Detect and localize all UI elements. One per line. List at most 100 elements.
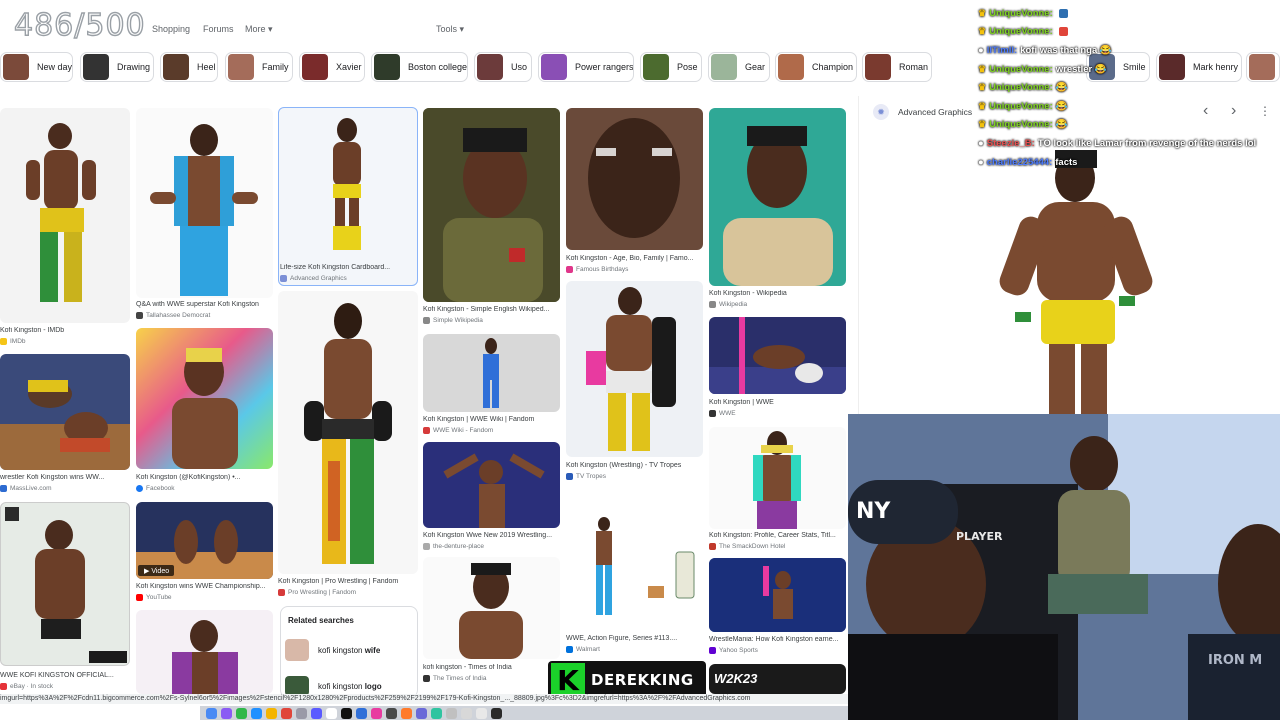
result-source: IMDb	[0, 338, 26, 345]
result-source: Tallahassee Democrat	[136, 312, 210, 319]
result-source: Simple Wikipedia	[423, 317, 483, 324]
dock-app-icon[interactable]	[266, 707, 277, 719]
dock-app-icon[interactable]	[281, 707, 292, 719]
result-caption[interactable]: Kofi Kingston (Wrestling) - TV Tropes	[566, 462, 706, 469]
wrestling-match-photo	[709, 317, 846, 394]
result-image-tile[interactable]	[566, 281, 703, 457]
result-image-tile[interactable]	[709, 558, 846, 632]
chip-pose[interactable]: Pose	[640, 52, 702, 82]
dock-app-icon[interactable]	[326, 707, 337, 719]
dock-app-icon[interactable]	[476, 707, 487, 719]
result-image-tile[interactable]	[709, 317, 846, 394]
related-search-item[interactable]: kofi kingston wife	[285, 639, 413, 661]
result-source: the-denture-place	[423, 543, 484, 550]
dock-app-icon[interactable]	[461, 707, 472, 719]
chat-message: ♛ UniqueVonne:	[978, 4, 1278, 23]
dock-app-icon[interactable]	[371, 707, 382, 719]
result-image-tile[interactable]	[423, 557, 560, 659]
chip-thumbnail	[228, 54, 254, 80]
result-image-tile[interactable]	[709, 427, 846, 529]
result-image-tile[interactable]	[136, 328, 273, 469]
result-image-tile[interactable]	[0, 354, 130, 470]
chip-new-day[interactable]: New day	[0, 52, 73, 82]
result-image-tile[interactable]	[566, 490, 703, 630]
dock-app-icon[interactable]	[401, 707, 412, 719]
preview-source-name[interactable]: Advanced Graphics	[898, 107, 972, 117]
result-caption[interactable]: Kofi Kingston wins WWE Championship...	[136, 583, 276, 590]
chip-heel[interactable]: Heel	[160, 52, 218, 82]
dock-app-icon[interactable]	[236, 707, 247, 719]
dock-app-icon[interactable]	[356, 707, 367, 719]
overlay-counter: 486/500	[13, 7, 146, 43]
nav-link-more[interactable]: More ▾	[245, 24, 273, 35]
chip-boston-college[interactable]: Boston college	[371, 52, 468, 82]
result-caption[interactable]: WWE KOFI KINGSTON OFFICIAL...	[0, 672, 140, 679]
status-url-bar: imgurl=https%3A%2F%2Fcdn11.bigcommerce.c…	[0, 694, 848, 704]
chip-drawing[interactable]: Drawing	[80, 52, 154, 82]
chip-gear[interactable]: Gear	[708, 52, 770, 82]
dock-app-icon[interactable]	[431, 707, 442, 719]
result-source: eBay · In stock	[0, 683, 53, 690]
result-image-tile[interactable]	[709, 108, 846, 286]
chip-thumbnail	[3, 54, 29, 80]
result-image-tile[interactable]	[423, 108, 560, 302]
result-caption[interactable]: Kofi Kingston | Pro Wrestling | Fandom	[278, 578, 418, 585]
result-image-tile[interactable]	[136, 108, 273, 298]
chip-xavier[interactable]: Xavier	[299, 52, 365, 82]
dock-app-icon[interactable]	[341, 707, 352, 719]
streamer-name: DEREKKING	[591, 671, 694, 689]
result-image-tile[interactable]	[423, 334, 560, 412]
result-image-tile[interactable]	[0, 502, 130, 666]
source-favicon-icon: ✹	[873, 104, 889, 120]
dock-app-icon[interactable]	[311, 707, 322, 719]
chip-family[interactable]: Family	[225, 52, 293, 82]
result-caption[interactable]: Q&A with WWE superstar Kofi Kingston	[136, 301, 276, 308]
result-image-tile[interactable]	[566, 108, 703, 250]
result-caption[interactable]: Kofi Kingston: Profile, Career Stats, Ti…	[709, 532, 849, 539]
nav-link-shopping[interactable]: Shopping	[152, 24, 190, 34]
result-image-tile[interactable]	[423, 442, 560, 528]
dock-app-icon[interactable]	[386, 707, 397, 719]
result-image-tile[interactable]: ▶ Video	[136, 502, 273, 579]
result-caption[interactable]: Kofi Kingston - Wikipedia	[709, 290, 849, 297]
portrait-photo	[423, 108, 560, 302]
result-image-tile[interactable]	[278, 291, 418, 574]
result-source: YouTube	[136, 594, 172, 601]
webcam-video: NY IRON M PLAYER	[848, 414, 1280, 720]
result-caption[interactable]: WrestleMania: How Kofi Kingston earne...	[709, 636, 849, 643]
dock-app-icon[interactable]	[221, 707, 232, 719]
dock-app-icon[interactable]	[206, 707, 217, 719]
nav-link-forums[interactable]: Forums	[203, 24, 234, 34]
tools-button[interactable]: Tools ▾	[436, 24, 464, 35]
chip-uso[interactable]: Uso	[474, 52, 532, 82]
chip-champion[interactable]: Champion	[775, 52, 857, 82]
result-caption[interactable]: wrestler Kofi Kingston wins WW...	[0, 474, 140, 481]
chip-thumbnail	[83, 54, 109, 80]
wrestler-photo	[483, 338, 499, 408]
dock-app-icon[interactable]	[416, 707, 427, 719]
chip-power-rangers[interactable]: Power rangers	[538, 52, 634, 82]
result-caption[interactable]: Kofi Kingston | WWE	[709, 399, 849, 406]
result-caption[interactable]: Kofi Kingston Wwe New 2019 Wrestling...	[423, 532, 563, 539]
result-source: The Times of India	[423, 675, 486, 682]
dock-app-icon[interactable]	[251, 707, 262, 719]
result-caption[interactable]: Life-size Kofi Kingston Cardboard...	[280, 264, 416, 271]
result-source: Facebook	[136, 485, 175, 492]
dock-app-icon[interactable]	[296, 707, 307, 719]
result-caption[interactable]: Kofi Kingston - IMDb	[0, 327, 140, 334]
result-source: Walmart	[566, 646, 600, 653]
selected-result-tile[interactable]: Life-size Kofi Kingston Cardboard... Adv…	[278, 107, 418, 286]
result-caption[interactable]: Kofi Kingston | WWE Wiki | Fandom	[423, 416, 563, 423]
related-searches-card: Related searches kofi kingston wife kofi…	[280, 606, 418, 698]
result-caption[interactable]: Kofi Kingston (@KofiKingston) •...	[136, 474, 276, 481]
result-image-tile[interactable]	[0, 108, 130, 323]
result-image-tile[interactable]	[136, 610, 273, 694]
result-caption[interactable]: kofi kingston - Times of India	[423, 664, 563, 671]
chip-roman[interactable]: Roman	[862, 52, 932, 82]
dock-app-icon[interactable]	[446, 707, 457, 719]
result-caption[interactable]: Kofi Kingston - Age, Bio, Family | Famo.…	[566, 255, 706, 262]
dock-app-icon[interactable]	[491, 707, 502, 719]
result-caption[interactable]: WWE, Action Figure, Series #113....	[566, 635, 706, 642]
result-image-tile[interactable]: W2K23	[709, 664, 846, 694]
result-caption[interactable]: Kofi Kingston - Simple English Wikiped..…	[423, 306, 563, 313]
